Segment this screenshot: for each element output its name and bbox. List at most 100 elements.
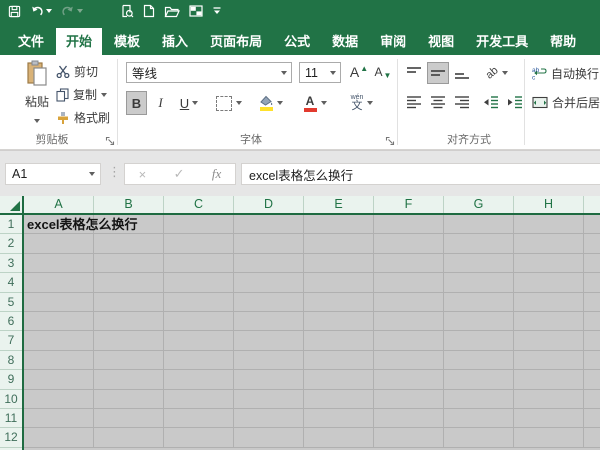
- copy-dropdown-icon[interactable]: [101, 93, 107, 97]
- column-header-H[interactable]: H: [514, 196, 584, 213]
- cell-F12[interactable]: [374, 428, 444, 447]
- tab-file[interactable]: 文件: [8, 28, 54, 55]
- row-header-8[interactable]: 8: [0, 351, 22, 370]
- cell-C6[interactable]: [164, 312, 234, 331]
- cell-A12[interactable]: [24, 428, 94, 447]
- cell-partial-8[interactable]: [584, 351, 600, 370]
- cell-A5[interactable]: [24, 293, 94, 312]
- cell-partial-12[interactable]: [584, 428, 600, 447]
- cell-H1[interactable]: [514, 215, 584, 234]
- cell-G9[interactable]: [444, 370, 514, 389]
- save-icon[interactable]: [8, 3, 21, 19]
- cell-B3[interactable]: [94, 254, 164, 273]
- cell-G10[interactable]: [444, 390, 514, 409]
- cell-A7[interactable]: [24, 331, 94, 350]
- align-middle-button[interactable]: [427, 62, 449, 84]
- cell-partial-7[interactable]: [584, 331, 600, 350]
- cell-H7[interactable]: [514, 331, 584, 350]
- grow-font-button[interactable]: A▲: [348, 61, 370, 83]
- cell-G4[interactable]: [444, 273, 514, 292]
- tab-developer[interactable]: 开发工具: [466, 28, 538, 55]
- font-size-select[interactable]: 11: [299, 62, 341, 83]
- row-header-3[interactable]: 3: [0, 254, 22, 273]
- cell-F1[interactable]: [374, 215, 444, 234]
- cell-A3[interactable]: [24, 254, 94, 273]
- cell-E4[interactable]: [304, 273, 374, 292]
- cell-B5[interactable]: [94, 293, 164, 312]
- qat-more-icon[interactable]: [212, 3, 222, 19]
- tab-page-layout[interactable]: 页面布局: [200, 28, 272, 55]
- row-header-2[interactable]: 2: [0, 234, 22, 253]
- redo-button[interactable]: [61, 3, 83, 19]
- row-header-11[interactable]: 11: [0, 409, 22, 428]
- italic-button[interactable]: I: [150, 91, 171, 115]
- insert-function-icon[interactable]: fx: [212, 166, 221, 182]
- sheet-grid[interactable]: excel表格怎么换行: [24, 215, 600, 450]
- undo-dropdown-icon[interactable]: [46, 9, 52, 13]
- cell-H5[interactable]: [514, 293, 584, 312]
- cell-B12[interactable]: [94, 428, 164, 447]
- tab-templates[interactable]: 模板: [104, 28, 150, 55]
- cell-C4[interactable]: [164, 273, 234, 292]
- align-bottom-button[interactable]: [451, 62, 473, 84]
- column-header-D[interactable]: D: [234, 196, 304, 213]
- cell-partial-4[interactable]: [584, 273, 600, 292]
- row-header-4[interactable]: 4: [0, 273, 22, 292]
- cell-E1[interactable]: [304, 215, 374, 234]
- cell-partial-2[interactable]: [584, 234, 600, 253]
- format-painter-button[interactable]: 格式刷: [56, 109, 110, 126]
- cell-A4[interactable]: [24, 273, 94, 292]
- column-header-B[interactable]: B: [94, 196, 164, 213]
- cell-C10[interactable]: [164, 390, 234, 409]
- cell-H6[interactable]: [514, 312, 584, 331]
- cell-D1[interactable]: [234, 215, 304, 234]
- merge-center-button[interactable]: 合并后居中: [532, 91, 600, 113]
- phonetic-guide-button[interactable]: wén 文: [342, 91, 382, 115]
- cell-E9[interactable]: [304, 370, 374, 389]
- cell-G12[interactable]: [444, 428, 514, 447]
- cell-F5[interactable]: [374, 293, 444, 312]
- cell-G1[interactable]: [444, 215, 514, 234]
- column-header-C[interactable]: C: [164, 196, 234, 213]
- row-header-12[interactable]: 12: [0, 428, 22, 447]
- orientation-button[interactable]: ab: [480, 62, 514, 84]
- cell-H8[interactable]: [514, 351, 584, 370]
- enter-icon[interactable]: ✓: [174, 166, 185, 182]
- cell-H9[interactable]: [514, 370, 584, 389]
- column-header-G[interactable]: G: [444, 196, 514, 213]
- align-top-button[interactable]: [403, 62, 425, 84]
- cell-B8[interactable]: [94, 351, 164, 370]
- cell-D5[interactable]: [234, 293, 304, 312]
- row-header-5[interactable]: 5: [0, 293, 22, 312]
- row-header-10[interactable]: 10: [0, 390, 22, 409]
- cell-B11[interactable]: [94, 409, 164, 428]
- cell-A10[interactable]: [24, 390, 94, 409]
- cell-G11[interactable]: [444, 409, 514, 428]
- cell-H4[interactable]: [514, 273, 584, 292]
- cell-partial-3[interactable]: [584, 254, 600, 273]
- align-right-button[interactable]: [451, 91, 473, 113]
- cell-E6[interactable]: [304, 312, 374, 331]
- paste-button[interactable]: 粘贴: [12, 60, 62, 128]
- cell-C5[interactable]: [164, 293, 234, 312]
- cell-B2[interactable]: [94, 234, 164, 253]
- cell-G7[interactable]: [444, 331, 514, 350]
- cell-D10[interactable]: [234, 390, 304, 409]
- column-header-A[interactable]: A: [24, 196, 94, 213]
- cell-partial-10[interactable]: [584, 390, 600, 409]
- tab-data[interactable]: 数据: [322, 28, 368, 55]
- cell-E7[interactable]: [304, 331, 374, 350]
- cell-D3[interactable]: [234, 254, 304, 273]
- cell-partial-6[interactable]: [584, 312, 600, 331]
- align-center-button[interactable]: [427, 91, 449, 113]
- cell-F6[interactable]: [374, 312, 444, 331]
- cell-F8[interactable]: [374, 351, 444, 370]
- redo-dropdown-icon[interactable]: [77, 9, 83, 13]
- font-dialog-launcher-icon[interactable]: [385, 136, 395, 146]
- cell-G2[interactable]: [444, 234, 514, 253]
- cell-F11[interactable]: [374, 409, 444, 428]
- bold-button[interactable]: B: [126, 91, 147, 115]
- cell-partial-9[interactable]: [584, 370, 600, 389]
- cell-F9[interactable]: [374, 370, 444, 389]
- cell-E11[interactable]: [304, 409, 374, 428]
